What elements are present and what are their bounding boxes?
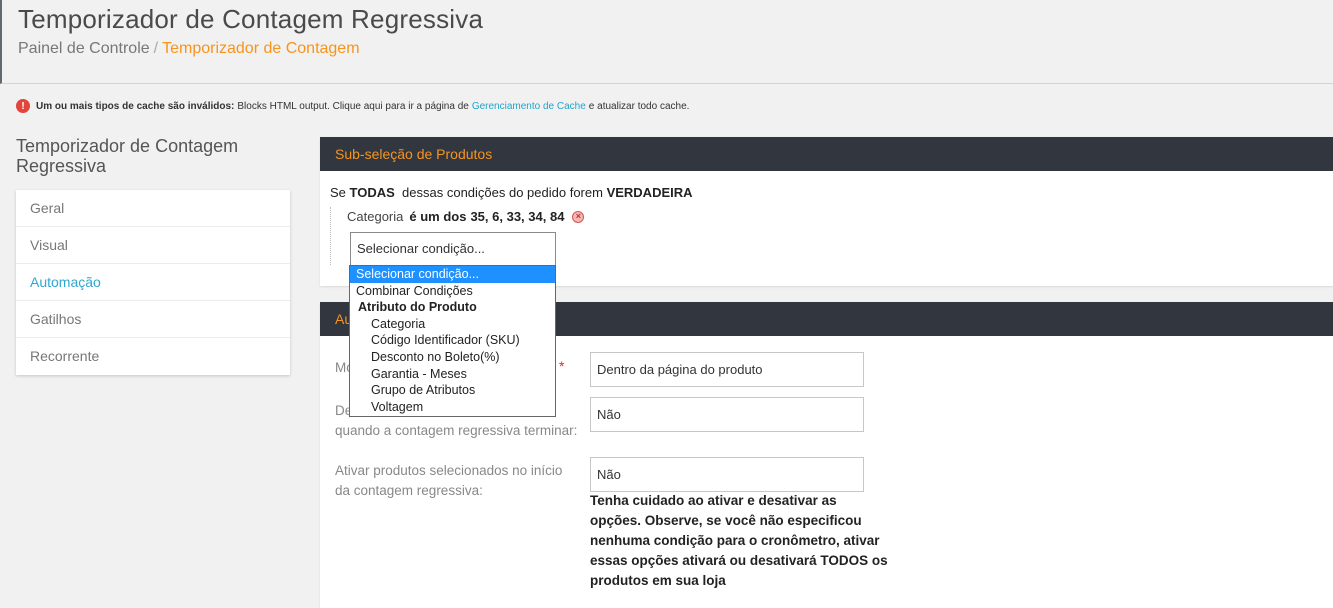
page-title: Temporizador de Contagem Regressiva xyxy=(18,4,484,34)
sidebar-item-recorrente[interactable]: Recorrente xyxy=(16,338,290,375)
rule-prefix: Se xyxy=(330,185,346,200)
field-label-activate: Ativar produtos selecionados no início d… xyxy=(335,461,587,501)
dropdown-option-garantia[interactable]: Garantia - Meses xyxy=(350,366,555,383)
condition-rule: Se TODAS dessas condições do pedido fore… xyxy=(330,185,693,200)
dropdown-group-label: Atributo do Produto xyxy=(358,300,477,315)
sidebar-item-automacao[interactable]: Automação xyxy=(16,264,290,301)
cache-management-link[interactable]: Gerenciamento de Cache xyxy=(472,101,586,112)
condition-value[interactable]: 35, 6, 33, 34, 84 xyxy=(470,209,564,224)
rule-middle-text: dessas condições do pedido forem xyxy=(402,185,603,200)
sidebar-item-geral[interactable]: Geral xyxy=(16,190,290,227)
rule-value[interactable]: VERDADEIRA xyxy=(607,185,693,200)
condition-attribute: Categoria xyxy=(347,209,404,224)
dropdown-option-placeholder[interactable]: Selecionar condição... xyxy=(350,266,555,283)
notice-bold-text: Um ou mais tipos de cache são inválidos: xyxy=(36,100,235,112)
breadcrumb: Painel de Controle / Temporizador de Conta… xyxy=(18,40,360,58)
condition-item: Categoria é um dos 35, 6, 33, 34, 84 × xyxy=(347,209,585,224)
required-mark: * xyxy=(559,358,565,374)
breadcrumb-separator: / xyxy=(153,40,159,57)
sidebar-item-gatilhos[interactable]: Gatilhos xyxy=(16,301,290,338)
breadcrumb-root-link[interactable]: Painel de Controle xyxy=(18,40,150,57)
dropdown-option-categoria[interactable]: Categoria xyxy=(350,316,555,333)
sidebar-item-visual[interactable]: Visual xyxy=(16,227,290,264)
field-label-deactivate-line2: quando a contagem regressiva terminar: xyxy=(335,423,578,438)
condition-operator[interactable]: é um dos xyxy=(409,209,466,224)
notice-text-before: Blocks HTML output. Clique aqui para ir … xyxy=(237,100,469,112)
dropdown-option-desconto[interactable]: Desconto no Boleto(%) xyxy=(350,349,555,366)
dropdown-option-sku[interactable]: Código Identificador (SKU) xyxy=(350,332,555,349)
field-label-activate-line1: Ativar produtos selecionados no início xyxy=(335,463,563,478)
conditions-panel: Sub-seleção de Produtos Se TODAS dessas … xyxy=(320,137,1333,286)
deactivate-select[interactable]: Não xyxy=(590,397,864,432)
condition-dropdown-list[interactable]: Selecionar condição... Combinar Condiçõe… xyxy=(349,265,556,417)
field-label-activate-line2: da contagem regressiva: xyxy=(335,483,483,498)
rule-aggregator[interactable]: TODAS xyxy=(350,185,395,200)
notice-text-after: e atualizar todo cache. xyxy=(588,100,690,112)
page-header: Temporizador de Contagem Regressiva Pain… xyxy=(0,0,1333,84)
sidebar-menu: Geral Visual Automação Gatilhos Recorren… xyxy=(16,190,290,375)
dropdown-option-grupo-atributos[interactable]: Grupo de Atributos xyxy=(350,382,555,399)
mode-select[interactable]: Dentro da página do produto xyxy=(590,352,864,387)
condition-select[interactable]: Selecionar condição... xyxy=(350,232,556,266)
dropdown-option-combine[interactable]: Combinar Condições xyxy=(350,283,555,300)
dropdown-option-voltagem[interactable]: Voltagem xyxy=(350,399,555,416)
conditions-panel-header[interactable]: Sub-seleção de Produtos xyxy=(320,137,1333,171)
remove-condition-icon[interactable]: × xyxy=(572,210,585,223)
activate-select[interactable]: Não xyxy=(590,457,864,492)
cache-notice: ! Um ou mais tipos de cache são inválido… xyxy=(16,99,689,113)
sidebar-title: Temporizador de Contagem Regressiva xyxy=(16,136,239,176)
breadcrumb-current: Temporizador de Contagem xyxy=(162,40,360,57)
condition-tree-line xyxy=(330,207,332,265)
error-icon: ! xyxy=(16,99,30,113)
warning-note: Tenha cuidado ao ativar e desativar as o… xyxy=(590,493,888,588)
